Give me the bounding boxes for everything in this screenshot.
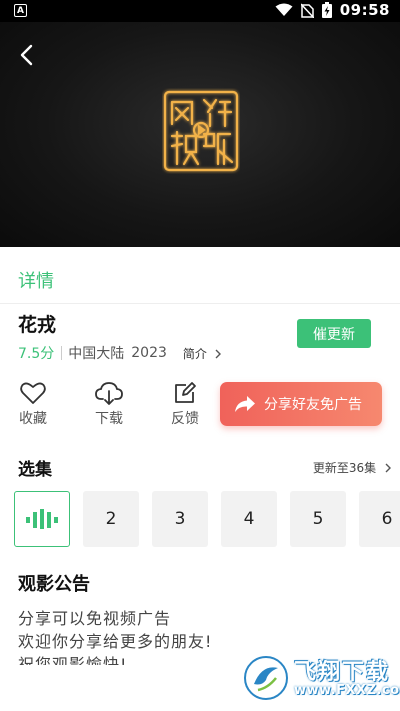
episode-list: 2 3 4 5 6 <box>14 491 400 549</box>
detail-panel: 详情 花戎 7.5分 中国大陆 2023 简介 催更新 收藏 下载 反馈 分享好… <box>0 247 400 711</box>
episode-item[interactable]: 4 <box>221 491 277 547</box>
back-arrow-icon[interactable] <box>16 40 38 70</box>
episode-item[interactable]: 5 <box>290 491 346 547</box>
watermark-text: 飞翔下载 <box>294 660 391 685</box>
episode-item[interactable]: 6 <box>359 491 400 547</box>
video-meta: 7.5分 中国大陆 2023 简介 <box>18 343 222 363</box>
feedback-edit-icon <box>175 382 196 403</box>
share-button[interactable]: 分享好友免广告 <box>220 382 382 426</box>
intro-label: 简介 <box>182 346 207 361</box>
chevron-right-icon <box>215 349 221 358</box>
episode-item-playing[interactable] <box>14 491 70 547</box>
notice-line: 分享可以免视频广告 <box>18 609 172 628</box>
video-player[interactable] <box>0 22 400 247</box>
urge-update-button[interactable]: 催更新 <box>297 319 371 348</box>
notice-line: 欢迎你分享给更多的朋友! <box>18 632 213 651</box>
favorite-label: 收藏 <box>19 411 47 427</box>
wifi-icon <box>275 3 293 16</box>
notice-title: 观影公告 <box>18 574 90 595</box>
status-time: 09:58 <box>339 1 390 19</box>
divider <box>0 303 400 304</box>
feedback-button[interactable]: 反馈 <box>160 381 210 428</box>
heart-icon <box>20 382 46 404</box>
feedback-label: 反馈 <box>171 411 199 427</box>
share-arrow-icon <box>235 396 255 412</box>
region: 中国大陆 <box>68 346 125 362</box>
episodes-update-text: 更新至36集 <box>312 461 377 475</box>
chevron-right-icon <box>385 463 391 473</box>
watermark-url: www.FXXZ.com <box>294 683 400 698</box>
no-sim-icon <box>300 2 314 18</box>
playing-bars-icon <box>26 509 58 529</box>
battery-charging-icon <box>321 2 332 18</box>
share-label: 分享好友免广告 <box>264 397 362 413</box>
episode-item[interactable]: 2 <box>83 491 139 547</box>
meta-separator <box>61 346 63 360</box>
cloud-download-icon <box>95 382 123 405</box>
download-button[interactable]: 下载 <box>84 381 134 428</box>
watermark: 飞翔下载 www.FXXZ.com <box>242 651 400 705</box>
download-label: 下载 <box>95 411 123 427</box>
intro-link[interactable]: 简介 <box>183 345 222 362</box>
status-notification-icon: A <box>14 4 27 17</box>
year: 2023 <box>131 345 167 361</box>
tab-detail[interactable]: 详情 <box>18 267 54 293</box>
favorite-button[interactable]: 收藏 <box>8 381 58 428</box>
brand-logo <box>163 90 239 172</box>
episodes-title: 选集 <box>18 460 52 480</box>
video-title: 花戎 <box>18 314 57 336</box>
status-bar: A 09:58 <box>0 0 400 22</box>
episode-item[interactable]: 3 <box>152 491 208 547</box>
episodes-update-link[interactable]: 更新至36集 <box>313 459 392 476</box>
score: 7.5分 <box>18 346 55 362</box>
watermark-logo <box>244 656 288 700</box>
